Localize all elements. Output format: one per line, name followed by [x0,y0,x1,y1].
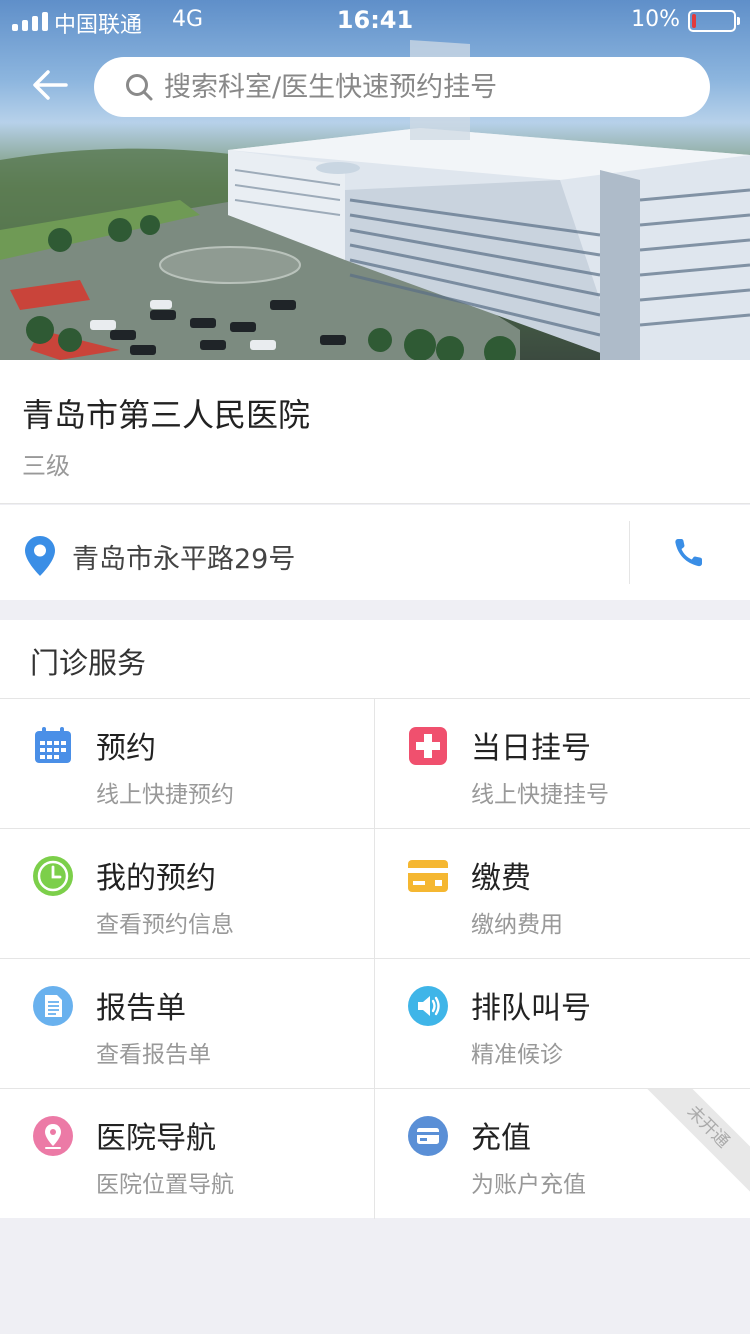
search-input[interactable] [164,57,684,117]
service-payment[interactable]: 缴费 缴纳费用 [375,829,750,958]
battery-icon [688,10,740,32]
service-title: 报告单 [96,991,186,1026]
outpatient-services-section: 门诊服务 预约 线上快捷预约 当日挂号 线上快捷挂号 我的预约 查看预约信息 缴… [0,620,750,1219]
not-available-badge: 未开通 [640,1089,750,1195]
service-subtitle: 精准候诊 [471,1042,563,1068]
service-subtitle: 查看报告单 [96,1042,211,1068]
search-icon [126,74,153,101]
wallet-card-icon [408,1116,448,1156]
phone-icon [675,539,702,567]
hospital-info-card: 青岛市第三人民医院 三级 [0,360,750,504]
service-appointment[interactable]: 预约 线上快捷预约 [0,699,375,828]
status-bar: 中国联通 4G 16:41 10% [0,0,750,40]
medical-cross-icon [409,727,447,765]
navigation-pin-icon [33,1116,73,1156]
location-pin-icon [25,536,55,576]
call-phone-button[interactable] [664,531,716,575]
hospital-banner-image: 中国联通 4G 16:41 10% [0,0,750,360]
service-title: 我的预约 [96,861,216,896]
service-subtitle: 缴纳费用 [471,912,563,938]
report-document-icon [33,986,73,1026]
service-subtitle: 为账户充值 [471,1172,586,1198]
service-hospital-navigation[interactable]: 医院导航 医院位置导航 [0,1089,375,1219]
services-grid: 预约 线上快捷预约 当日挂号 线上快捷挂号 我的预约 查看预约信息 缴费 缴纳费… [0,698,750,1219]
service-title: 医院导航 [96,1121,216,1156]
service-my-appointments[interactable]: 我的预约 查看预约信息 [0,829,375,958]
service-subtitle: 线上快捷预约 [96,782,234,808]
service-same-day-registration[interactable]: 当日挂号 线上快捷挂号 [375,699,750,828]
battery-level-fill [692,14,696,28]
service-title: 排队叫号 [471,991,591,1026]
service-reports[interactable]: 报告单 查看报告单 [0,959,375,1088]
payment-card-icon [408,860,448,892]
service-title: 预约 [96,731,156,766]
service-subtitle: 医院位置导航 [96,1172,234,1198]
hospital-level: 三级 [22,452,70,480]
service-recharge[interactable]: 充值 为账户充值 未开通 [375,1089,750,1219]
hospital-address: 青岛市永平路29号 [72,544,296,575]
hospital-address-row[interactable]: 青岛市永平路29号 [0,505,750,600]
divider [629,521,630,584]
arrow-left-icon [33,70,68,100]
service-queue-call[interactable]: 排队叫号 精准候诊 [375,959,750,1088]
clock-icon [33,856,73,896]
search-bar[interactable] [94,57,710,117]
speaker-icon [408,986,448,1026]
service-title: 充值 [471,1121,531,1156]
service-subtitle: 查看预约信息 [96,912,234,938]
calendar-icon [35,727,71,763]
back-button[interactable] [28,62,74,108]
service-subtitle: 线上快捷挂号 [471,782,609,808]
hospital-building-illustration [0,40,750,360]
hospital-name: 青岛市第三人民医院 [22,396,311,434]
section-title: 门诊服务 [30,646,147,680]
battery-percent: 10% [631,7,680,32]
service-title: 当日挂号 [471,731,591,766]
service-title: 缴费 [471,861,531,896]
